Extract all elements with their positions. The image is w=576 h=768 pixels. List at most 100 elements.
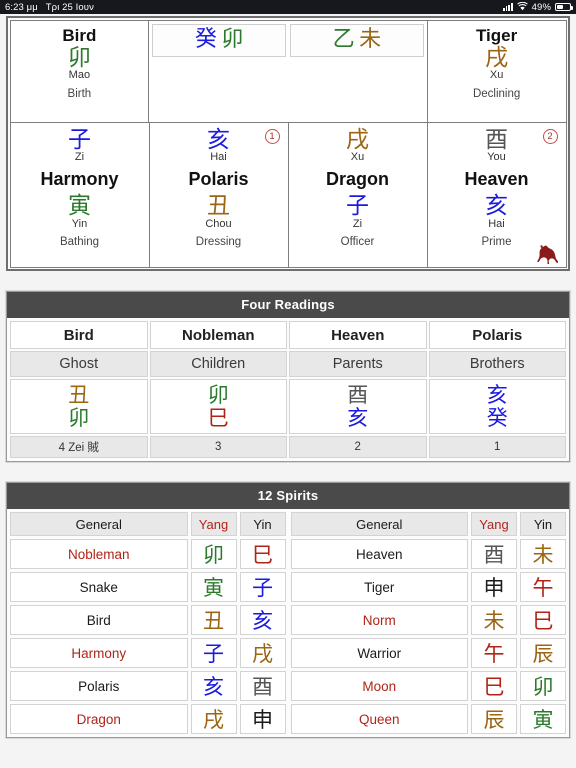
four-readings-relation: Ghost xyxy=(10,351,148,377)
cell-romanization: Xu xyxy=(489,69,504,82)
spirit-yang-glyph: 未 xyxy=(471,605,517,635)
cell-upper-romanization: Zi xyxy=(74,151,85,164)
four-readings-glyph-cell[interactable]: 卯 巳 xyxy=(149,379,287,434)
four-readings-relation: Brothers xyxy=(428,351,566,377)
cell-upper-glyph: 酉 xyxy=(485,126,508,153)
glyph-upper: 丑 xyxy=(68,383,90,408)
four-readings-name[interactable]: Bird xyxy=(10,321,148,349)
four-readings-relation: Children xyxy=(149,351,287,377)
cell-stage: Declining xyxy=(472,88,521,101)
cell-branch-glyph: 戌 xyxy=(485,44,509,71)
cell-romanization: Mao xyxy=(68,69,91,82)
spirit-yin-glyph: 巳 xyxy=(239,539,286,569)
mini-branch-glyph: 未 xyxy=(359,26,382,52)
col-header-yang: Yang xyxy=(190,512,237,536)
col-header-yang: Yang xyxy=(471,512,517,536)
spirits-row[interactable]: Dragon 戌 申 xyxy=(10,704,286,734)
mini-stem-glyph: 乙 xyxy=(332,26,355,52)
spirit-name: Snake xyxy=(10,572,188,602)
grid-cell-polaris[interactable]: 1 亥 Hai Polaris 丑 Chou Dressing xyxy=(148,121,289,268)
cell-stage: Prime xyxy=(481,236,512,249)
spirit-yin-glyph: 巳 xyxy=(520,605,566,635)
cell-lower-romanization: Chou xyxy=(205,218,232,231)
spirit-yang-glyph: 亥 xyxy=(190,671,237,701)
four-readings-glyph-cell[interactable]: 丑 卯 xyxy=(10,379,148,434)
mini-box-first[interactable]: 癸 卯 xyxy=(152,23,286,58)
spirit-yin-glyph: 卯 xyxy=(520,671,566,701)
glyph-lower: 亥 xyxy=(347,405,369,430)
four-readings-name-row: Bird Nobleman Heaven Polaris xyxy=(9,320,567,350)
spirits-row[interactable]: Queen 辰 寅 xyxy=(290,704,566,734)
grid-row-bottom: 子 Zi Harmony 寅 Yin Bathing 1 亥 Hai Polar… xyxy=(9,121,567,268)
cell-lower-romanization: Zi xyxy=(352,218,363,231)
spirits-row[interactable]: Polaris 亥 酉 xyxy=(10,671,286,701)
four-readings-relation: Parents xyxy=(289,351,427,377)
spirit-name: Norm xyxy=(290,605,468,635)
cell-stage: Bathing xyxy=(59,236,99,249)
grid-row-top: Bird 卯 Mao Birth 癸 卯 乙 未 Tiger 戌 Xu Decl… xyxy=(9,19,567,123)
four-readings-header: Four Readings xyxy=(7,292,569,318)
grid-cell-stem-branch-pair[interactable]: 癸 卯 乙 未 xyxy=(148,19,428,123)
grid-cell-bird[interactable]: Bird 卯 Mao Birth xyxy=(9,19,150,123)
four-readings-note: 4 Zei 賊 xyxy=(10,436,148,458)
four-readings-name[interactable]: Polaris xyxy=(428,321,566,349)
horse-icon xyxy=(536,244,560,265)
spirits-table-right: General Yang Yin Heaven 酉 未 Tiger 申 午 No… xyxy=(290,512,566,734)
col-header-yin: Yin xyxy=(520,512,566,536)
spirit-yang-glyph: 午 xyxy=(471,638,517,668)
spirit-yang-glyph: 卯 xyxy=(190,539,237,569)
spirits-row[interactable]: Tiger 申 午 xyxy=(290,572,566,602)
cell-upper-glyph: 亥 xyxy=(207,126,230,153)
cell-lower-glyph: 寅 xyxy=(68,193,91,220)
spirit-yin-glyph: 酉 xyxy=(239,671,286,701)
spirit-yin-glyph: 午 xyxy=(520,572,566,602)
spirits-row[interactable]: Moon 巳 卯 xyxy=(290,671,566,701)
four-readings-glyph-cell[interactable]: 酉 亥 xyxy=(289,379,427,434)
grid-cell-tiger[interactable]: Tiger 戌 Xu Declining xyxy=(426,19,567,123)
spirit-yang-glyph: 辰 xyxy=(471,704,517,734)
mini-box-second[interactable]: 乙 未 xyxy=(290,23,424,58)
spirits-row[interactable]: Harmony 子 戌 xyxy=(10,638,286,668)
spirits-row[interactable]: Bird 丑 亥 xyxy=(10,605,286,635)
battery-percent-label: 49% xyxy=(531,1,551,13)
cell-upper-glyph: 戌 xyxy=(346,126,369,153)
spirit-yang-glyph: 寅 xyxy=(190,572,237,602)
spirits-row[interactable]: Warrior 午 辰 xyxy=(290,638,566,668)
col-header-general: General xyxy=(290,512,468,536)
col-header-yin: Yin xyxy=(239,512,286,536)
four-readings-name[interactable]: Nobleman xyxy=(149,321,287,349)
col-header-general: General xyxy=(10,512,188,536)
four-readings-relation-row: Ghost Children Parents Brothers xyxy=(9,350,567,378)
grid-cell-dragon[interactable]: 戌 Xu Dragon 子 Zi Officer xyxy=(287,121,428,268)
glyph-upper: 亥 xyxy=(486,383,508,408)
spirits-row[interactable]: Snake 寅 子 xyxy=(10,572,286,602)
mini-stem-glyph: 癸 xyxy=(194,26,217,52)
spirit-yang-glyph: 酉 xyxy=(471,539,517,569)
four-readings-panel: Four Readings Bird Nobleman Heaven Polar… xyxy=(5,290,571,463)
spirit-yin-glyph: 寅 xyxy=(520,704,566,734)
status-bar-date: Τρι 25 Ιουν xyxy=(45,1,94,13)
cell-order-badge: 2 xyxy=(542,128,558,144)
spirit-name: Queen xyxy=(290,704,468,734)
cell-upper-romanization: Xu xyxy=(350,151,365,164)
spirit-yin-glyph: 戌 xyxy=(239,638,286,668)
four-readings-glyph-cell[interactable]: 亥 癸 xyxy=(428,379,566,434)
grid-cell-heaven[interactable]: 2 酉 You Heaven 亥 Hai Prime xyxy=(426,121,567,268)
cell-branch-glyph: 卯 xyxy=(67,44,91,71)
cell-title: Harmony xyxy=(40,169,119,190)
spirit-yin-glyph: 辰 xyxy=(520,638,566,668)
four-readings-note: 3 xyxy=(149,436,287,458)
grid-cell-harmony[interactable]: 子 Zi Harmony 寅 Yin Bathing xyxy=(9,121,150,268)
cell-stage: Officer xyxy=(340,236,375,249)
spirits-row[interactable]: Nobleman 卯 巳 xyxy=(10,539,286,569)
glyph-lower: 卯 xyxy=(68,405,90,430)
spirit-yin-glyph: 子 xyxy=(239,572,286,602)
four-readings-name[interactable]: Heaven xyxy=(289,321,427,349)
status-bar-right: 49% xyxy=(502,1,573,13)
mini-box-row: 癸 卯 乙 未 xyxy=(149,23,427,58)
spirit-yin-glyph: 亥 xyxy=(239,605,286,635)
spirit-name: Moon xyxy=(290,671,468,701)
cell-stage: Birth xyxy=(67,88,92,101)
spirits-row[interactable]: Norm 未 巳 xyxy=(290,605,566,635)
spirits-row[interactable]: Heaven 酉 未 xyxy=(290,539,566,569)
